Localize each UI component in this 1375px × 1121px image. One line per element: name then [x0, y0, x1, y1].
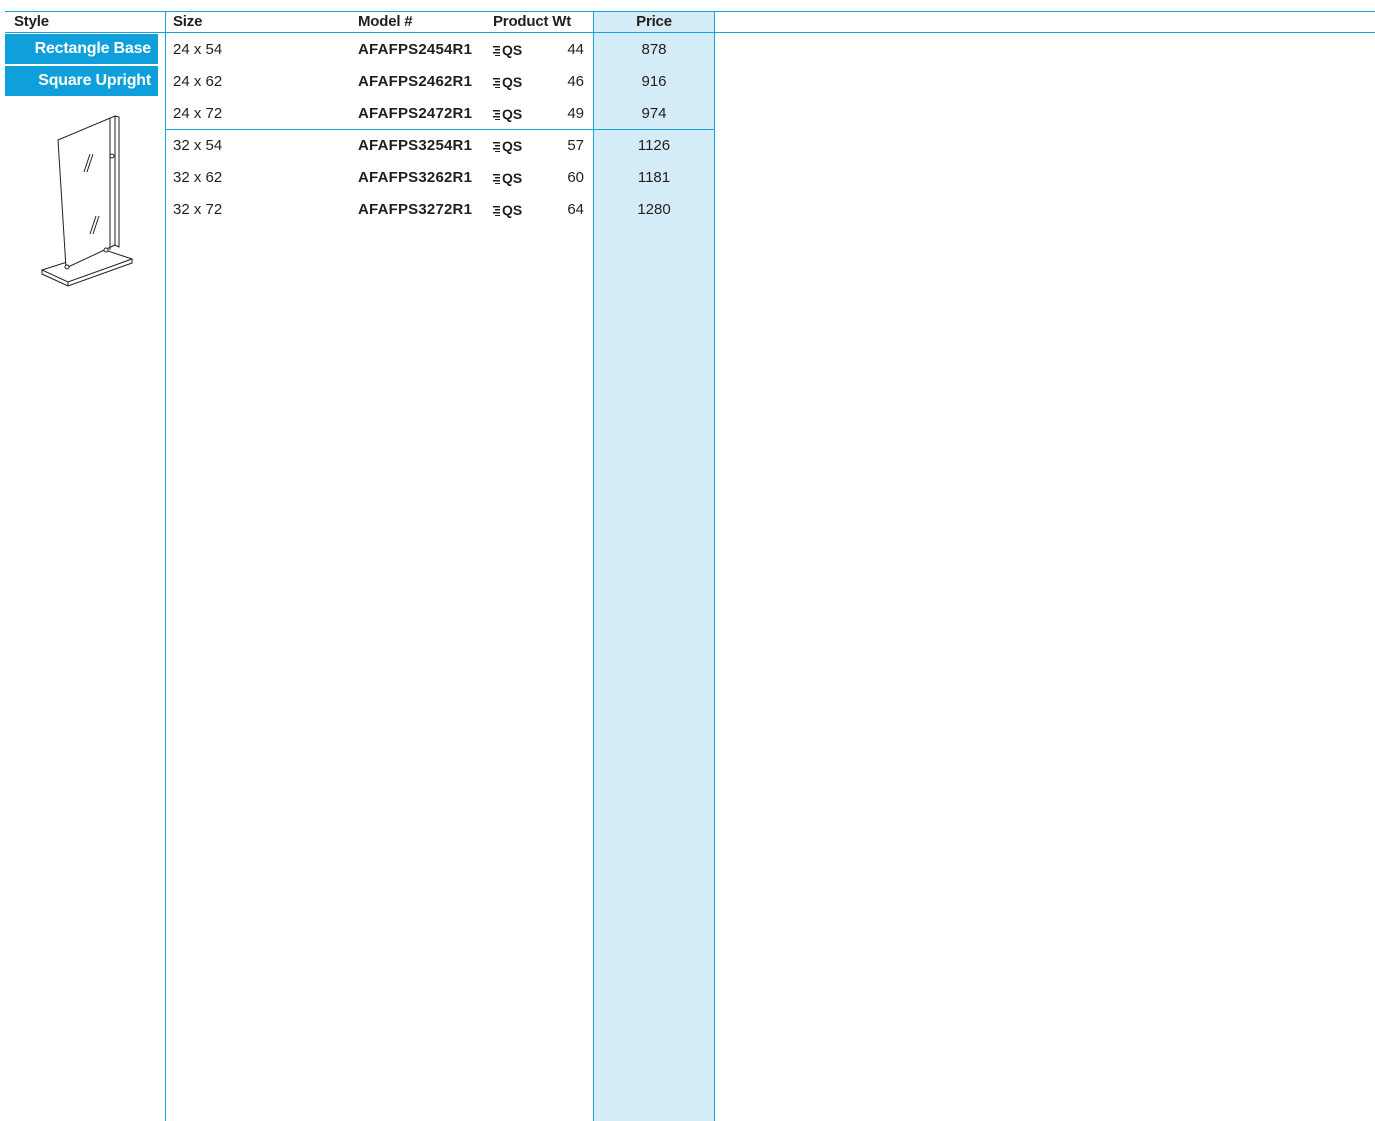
- size-cell: 24 x 72: [173, 105, 223, 122]
- size-cell: 24 x 54: [173, 41, 223, 58]
- header-model: Model #: [358, 13, 413, 30]
- quick-ship-label: QS: [502, 202, 523, 218]
- quick-ship-badge: QS: [493, 66, 522, 98]
- quick-ship-icon: [493, 78, 500, 88]
- price-cell: 878: [641, 41, 667, 58]
- quick-ship-badge: QS: [493, 130, 522, 162]
- table-row: 24 x 54 AFAFPS2454R1 QS 44 878: [0, 34, 720, 66]
- quick-ship-icon: [493, 142, 500, 152]
- table-row: 24 x 72 AFAFPS2472R1 QS 49 974: [0, 98, 720, 130]
- quick-ship-badge: QS: [493, 162, 522, 194]
- header-bottom-rule: [5, 32, 1375, 33]
- table-row: 32 x 54 AFAFPS3254R1 QS 57 1126: [0, 130, 720, 162]
- price-cell: 1280: [637, 201, 671, 218]
- table-row: 24 x 62 AFAFPS2462R1 QS 46 916: [0, 66, 720, 98]
- header-size: Size: [173, 13, 203, 30]
- header-style: Style: [14, 13, 49, 30]
- size-cell: 32 x 62: [173, 169, 223, 186]
- size-cell: 24 x 62: [173, 73, 223, 90]
- model-number-cell: AFAFPS2472R1: [358, 105, 473, 122]
- model-number-cell: AFAFPS2454R1: [358, 41, 473, 58]
- price-list-page: Style Size Model # Product Wt Price Rect…: [0, 0, 1375, 1121]
- quick-ship-label: QS: [502, 74, 523, 90]
- model-number-cell: AFAFPS3262R1: [358, 169, 473, 186]
- quick-ship-badge: QS: [493, 98, 522, 130]
- model-number-cell: AFAFPS3254R1: [358, 137, 473, 154]
- quick-ship-badge: QS: [493, 194, 522, 226]
- quick-ship-badge: QS: [493, 34, 522, 66]
- quick-ship-icon: [493, 206, 500, 216]
- price-cell: 1181: [637, 169, 671, 186]
- price-cell: 1126: [637, 137, 671, 154]
- quick-ship-label: QS: [502, 106, 523, 122]
- product-weight-cell: 60: [567, 169, 584, 186]
- quick-ship-label: QS: [502, 138, 523, 154]
- quick-ship-icon: [493, 110, 500, 120]
- quick-ship-icon: [493, 46, 500, 56]
- quick-ship-label: QS: [502, 170, 523, 186]
- product-weight-cell: 46: [567, 73, 584, 90]
- header-product-wt: Product Wt: [493, 13, 571, 30]
- model-number-cell: AFAFPS3272R1: [358, 201, 473, 218]
- quick-ship-label: QS: [502, 42, 523, 58]
- table-row: 32 x 72 AFAFPS3272R1 QS 64 1280: [0, 194, 720, 226]
- size-cell: 32 x 54: [173, 137, 223, 154]
- quick-ship-icon: [493, 174, 500, 184]
- size-cell: 32 x 72: [173, 201, 223, 218]
- header-price: Price: [636, 13, 672, 30]
- product-weight-cell: 44: [567, 41, 584, 58]
- table-row: 32 x 62 AFAFPS3262R1 QS 60 1181: [0, 162, 720, 194]
- product-weight-cell: 49: [567, 105, 584, 122]
- product-weight-cell: 57: [567, 137, 584, 154]
- price-cell: 916: [641, 73, 667, 90]
- model-number-cell: AFAFPS2462R1: [358, 73, 473, 90]
- product-weight-cell: 64: [567, 201, 584, 218]
- price-cell: 974: [641, 105, 667, 122]
